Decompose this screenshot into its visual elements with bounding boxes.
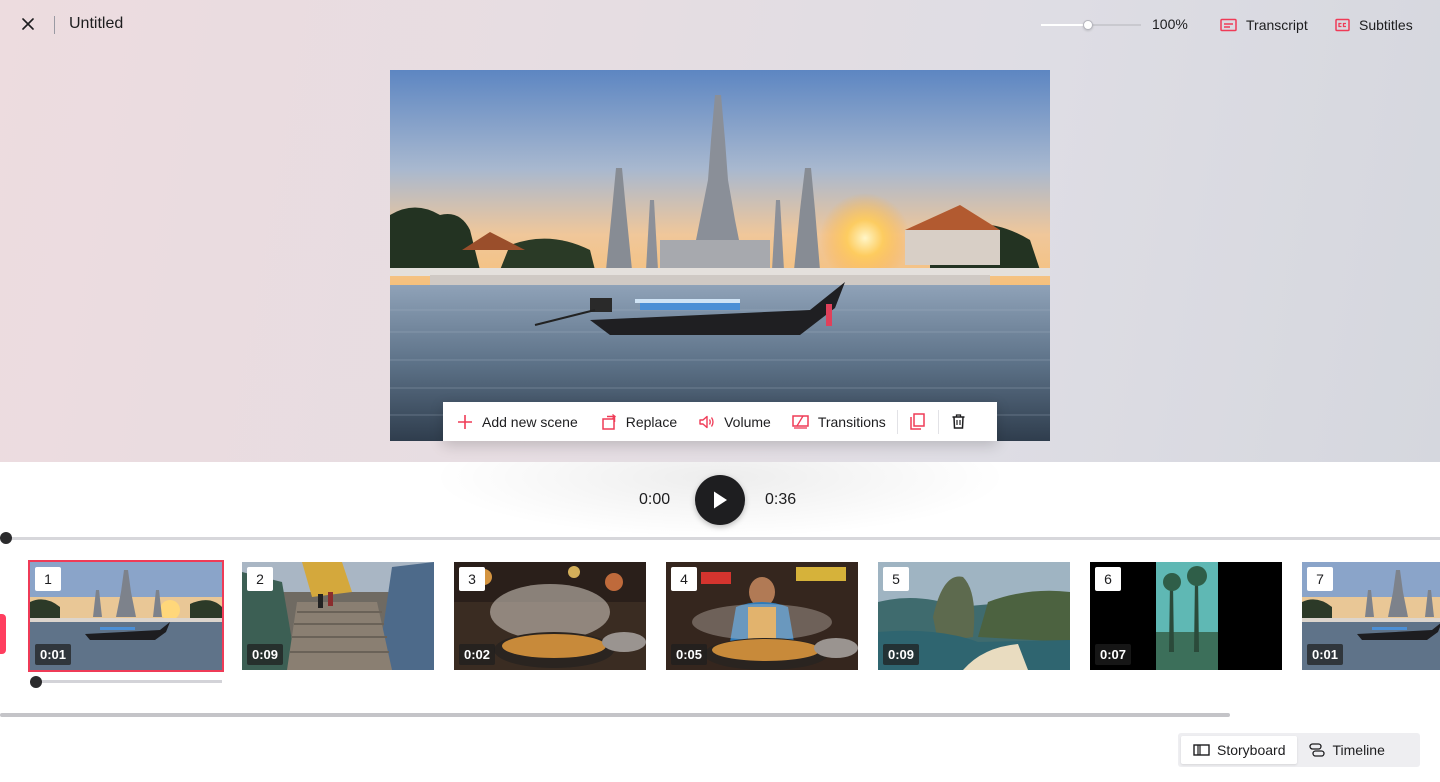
plus-icon <box>458 414 472 429</box>
scene-number: 7 <box>1307 567 1333 591</box>
subtitles-icon <box>1335 18 1350 32</box>
timeline-view-button[interactable]: Timeline <box>1297 736 1396 764</box>
scene-thumbnail-1[interactable]: 1 0:01 <box>28 560 224 672</box>
close-button[interactable] <box>18 14 38 34</box>
playback-progress-bar[interactable] <box>6 537 1440 540</box>
transitions-label: Transitions <box>817 413 886 430</box>
scene-number: 3 <box>459 567 485 591</box>
scene-number: 1 <box>35 567 61 591</box>
volume-label: Volume <box>724 413 771 430</box>
scene-duration: 0:01 <box>35 644 72 665</box>
top-bar: Untitled 100% Transcript Subtitles <box>0 0 1440 50</box>
scene-volume-slider-track[interactable] <box>36 680 222 683</box>
current-time: 0:00 <box>639 491 671 508</box>
replace-icon <box>601 413 616 430</box>
title-divider <box>54 16 55 34</box>
storyboard-label: Storyboard <box>1217 742 1286 758</box>
storyboard-icon <box>1193 744 1210 756</box>
zoom-slider[interactable] <box>1041 19 1141 31</box>
view-mode-switch: Storyboard Timeline <box>1178 733 1420 767</box>
trash-icon <box>952 414 965 429</box>
preview-area: Untitled 100% Transcript Subtitles Add n… <box>0 0 1440 462</box>
scene-toolbar: Add new scene Replace Volume Transitions <box>443 402 997 441</box>
add-new-scene-label: Add new scene <box>482 413 578 430</box>
playback-progress-thumb[interactable] <box>0 532 12 544</box>
scene-number: 5 <box>883 567 909 591</box>
zoom-slider-fill <box>1041 24 1088 26</box>
scene-number: 2 <box>247 567 273 591</box>
volume-icon <box>699 415 714 428</box>
scene-duration: 0:09 <box>883 644 920 665</box>
play-icon <box>714 491 727 509</box>
play-button[interactable] <box>695 475 745 525</box>
transitions-button[interactable]: Transitions <box>792 402 897 441</box>
side-panel-tab[interactable] <box>0 614 6 654</box>
scene-duration: 0:07 <box>1095 644 1132 665</box>
close-icon <box>22 18 34 30</box>
scene-duration: 0:09 <box>247 644 284 665</box>
scene-number: 4 <box>671 567 697 591</box>
zoom-level-label: 100% <box>1152 16 1188 32</box>
replace-label: Replace <box>625 413 678 430</box>
video-preview[interactable] <box>390 70 1050 441</box>
scene-thumbnail-5[interactable]: 5 0:09 <box>878 562 1070 670</box>
scene-duration: 0:05 <box>671 644 708 665</box>
timeline-label: Timeline <box>1332 742 1385 758</box>
transitions-icon <box>792 415 809 429</box>
duplicate-icon <box>910 413 926 430</box>
replace-button[interactable]: Replace <box>601 402 688 441</box>
scene-thumbnail-4[interactable]: 4 0:05 <box>666 562 858 670</box>
scene-strip-scrollbar[interactable] <box>0 713 1230 717</box>
scene-thumbnail-6[interactable]: 6 0:07 <box>1090 562 1282 670</box>
subtitles-button[interactable]: Subtitles <box>1335 14 1413 36</box>
scene-number: 6 <box>1095 567 1121 591</box>
total-time: 0:36 <box>765 491 797 508</box>
transcript-label: Transcript <box>1246 17 1308 33</box>
storyboard-view-button[interactable]: Storyboard <box>1181 736 1298 764</box>
subtitles-label: Subtitles <box>1359 17 1413 33</box>
scene-duration: 0:02 <box>459 644 496 665</box>
scene-duration: 0:01 <box>1307 644 1344 665</box>
delete-scene-button[interactable] <box>939 402 979 441</box>
scene-thumbnail-2[interactable]: 2 0:09 <box>242 562 434 670</box>
scene-thumbnail-7[interactable]: 7 0:01 <box>1302 562 1440 670</box>
add-new-scene-button[interactable]: Add new scene <box>457 402 589 441</box>
duplicate-scene-button[interactable] <box>898 402 938 441</box>
timeline-icon <box>1309 743 1326 757</box>
video-preview-image <box>390 70 1050 441</box>
zoom-slider-thumb[interactable] <box>1083 20 1093 30</box>
document-title[interactable]: Untitled <box>69 15 123 33</box>
scene-thumbnail-3[interactable]: 3 0:02 <box>454 562 646 670</box>
transcript-button[interactable]: Transcript <box>1220 14 1308 36</box>
volume-button[interactable]: Volume <box>699 402 782 441</box>
scene-volume-slider-thumb[interactable] <box>30 676 42 688</box>
transcript-icon <box>1220 18 1237 32</box>
